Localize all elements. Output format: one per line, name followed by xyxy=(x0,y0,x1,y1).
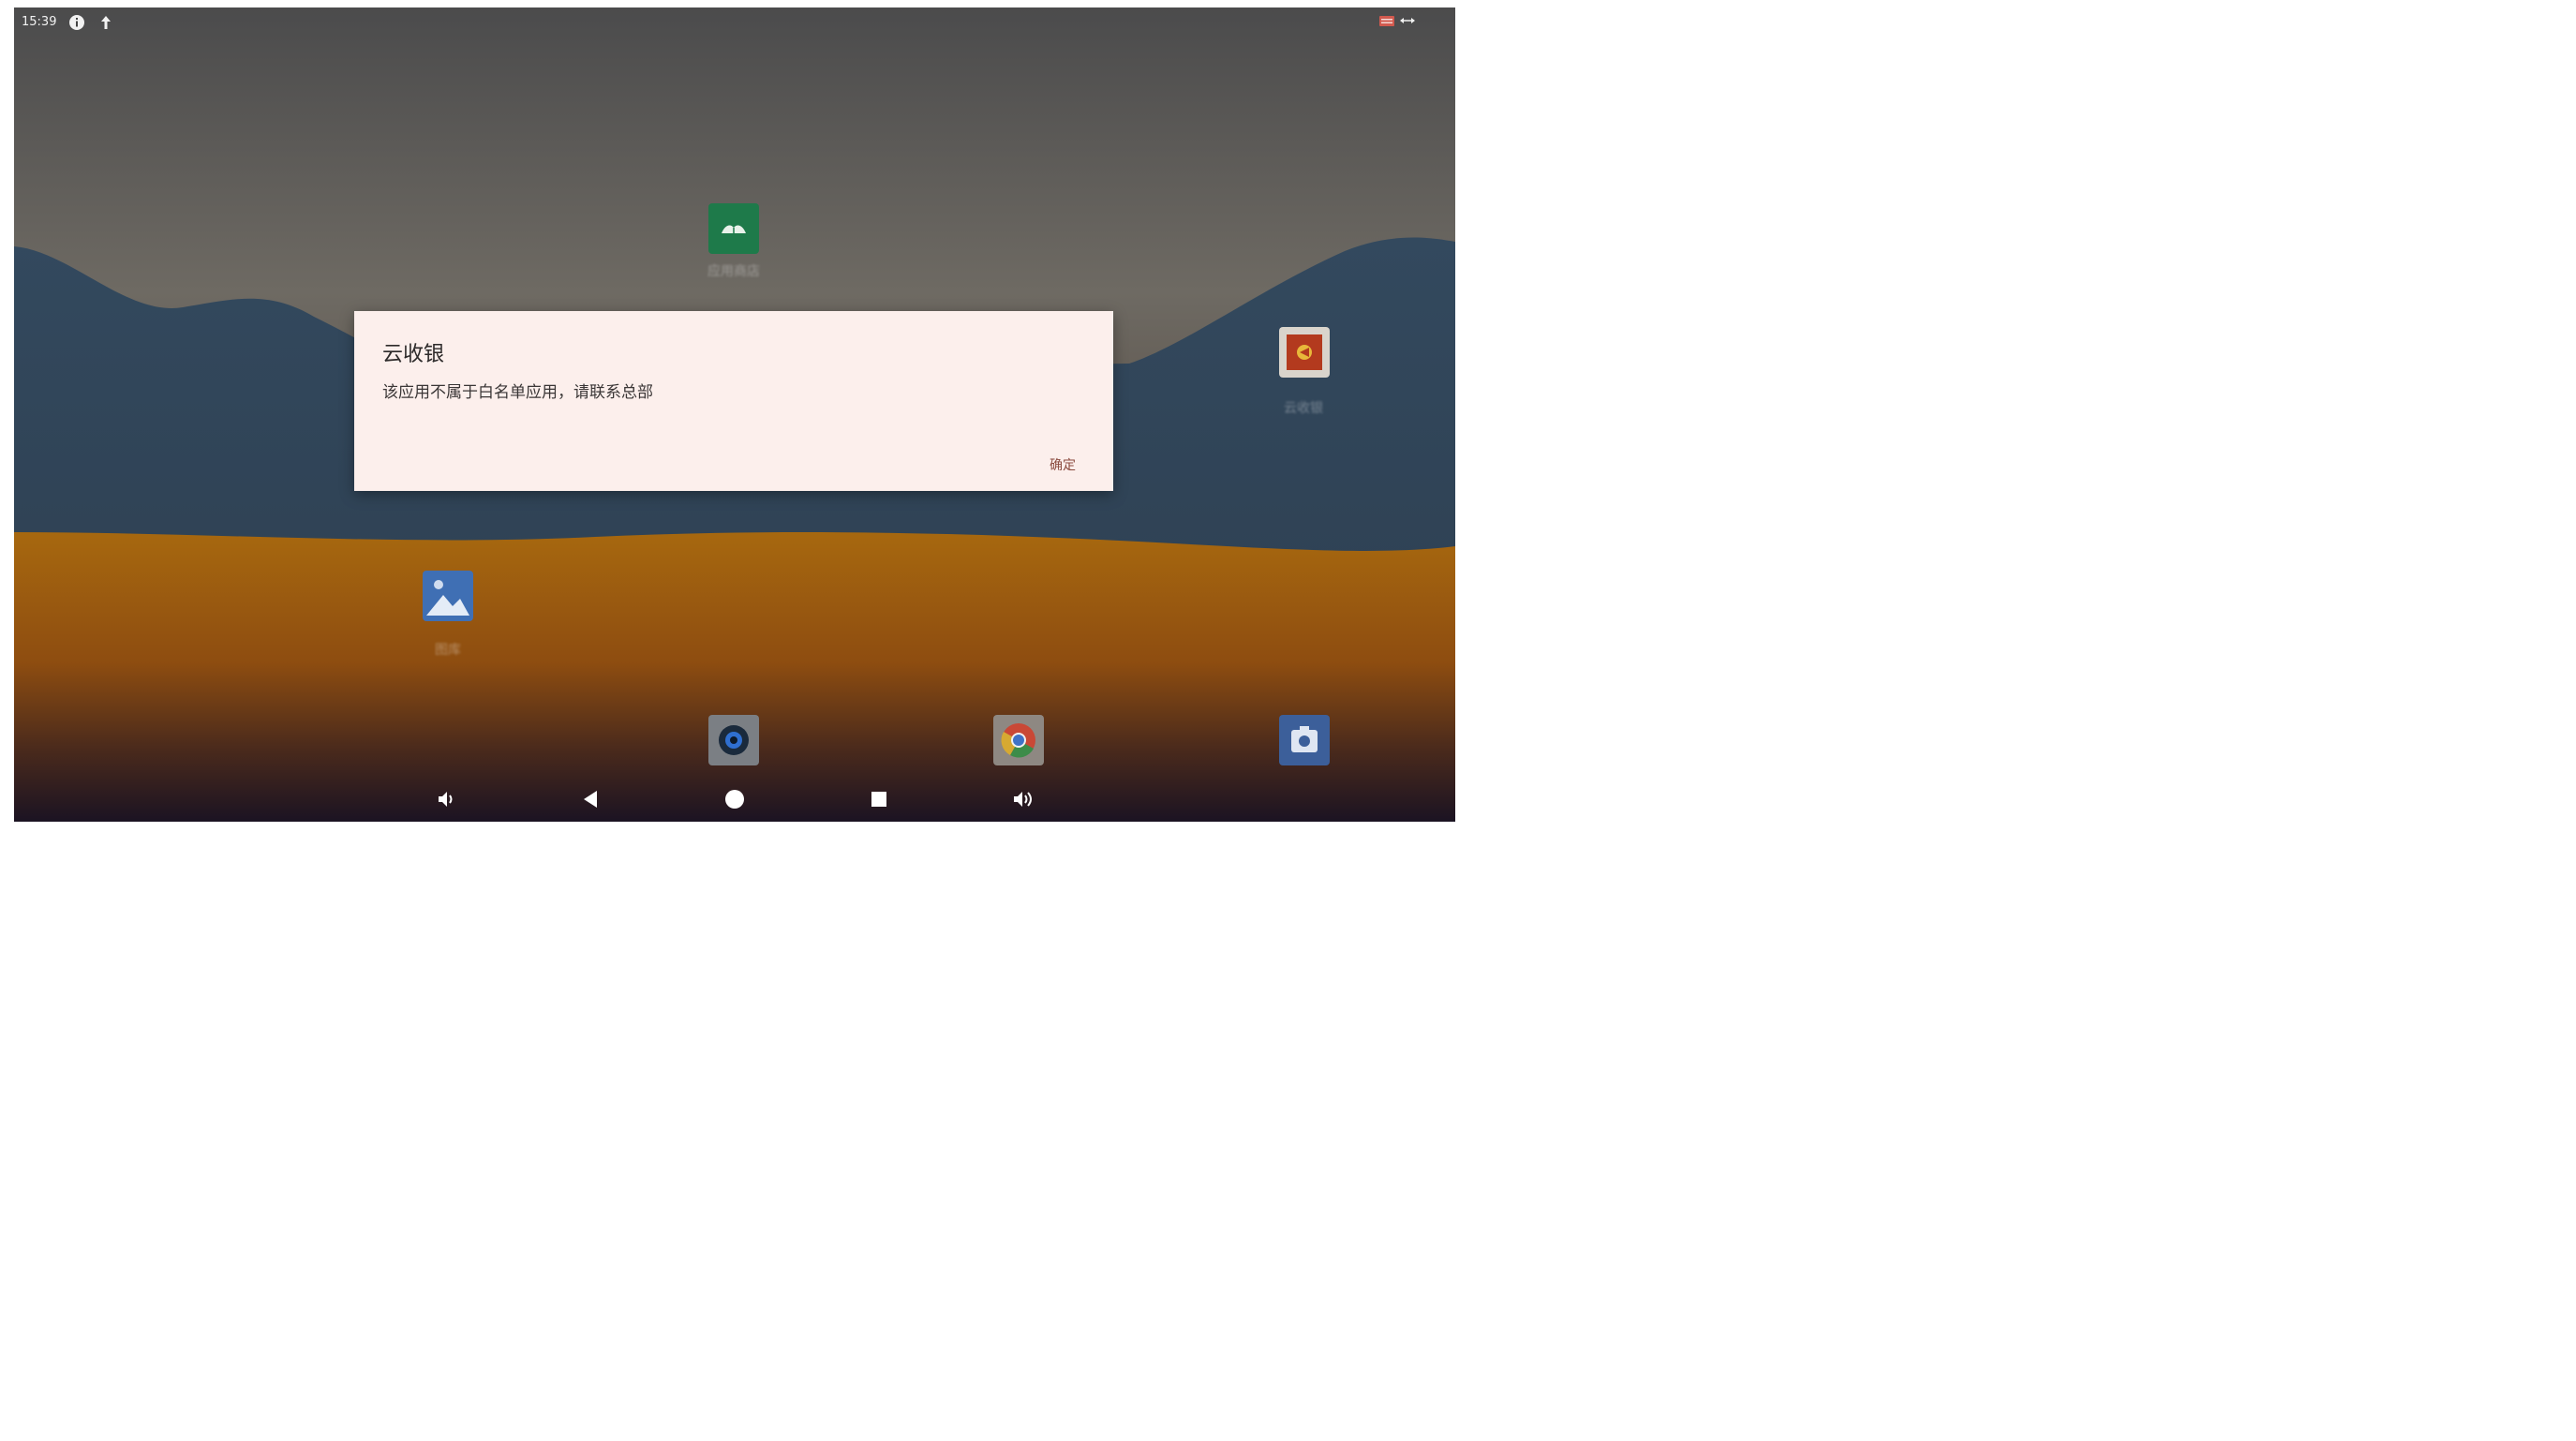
android-screen: 15:39 应用商店 云收银 图库 云收银 该应用不属于白名单应用，请联系总部 … xyxy=(14,7,1455,822)
dialog-message: 该应用不属于白名单应用，请联系总部 xyxy=(382,383,653,402)
camera-dock-icon[interactable] xyxy=(708,715,759,765)
image-icon xyxy=(423,571,473,621)
home-icon xyxy=(725,790,744,809)
cashier-label: 云收银 xyxy=(1284,401,1323,416)
app-store-label: 应用商店 xyxy=(707,264,760,279)
volume-down-button[interactable] xyxy=(430,783,462,815)
keyboard-icon xyxy=(1379,16,1394,26)
usb-icon xyxy=(1400,18,1415,23)
book-icon xyxy=(708,203,759,254)
upload-icon xyxy=(101,16,111,29)
volume-down-icon xyxy=(439,792,453,807)
recents-icon xyxy=(871,792,886,807)
back-icon xyxy=(584,791,597,808)
volume-up-icon xyxy=(1014,792,1032,807)
red-app-icon xyxy=(1279,327,1330,378)
settings-icon xyxy=(1291,726,1318,752)
status-bar: 15:39 xyxy=(14,7,1455,36)
confirm-button[interactable]: 确定 xyxy=(1046,453,1080,476)
info-icon xyxy=(69,15,84,30)
recents-button[interactable] xyxy=(863,783,895,815)
home-button[interactable] xyxy=(719,783,751,815)
alert-dialog: 云收银 该应用不属于白名单应用，请联系总部 确定 xyxy=(354,311,1113,491)
volume-up-button[interactable] xyxy=(1007,783,1039,815)
settings-dock-icon[interactable] xyxy=(1279,715,1330,765)
chrome-icon xyxy=(1001,723,1035,758)
chrome-dock-icon[interactable] xyxy=(993,715,1044,765)
clock: 15:39 xyxy=(22,15,57,29)
navigation-bar xyxy=(14,776,1455,822)
camera-lens-icon xyxy=(719,725,749,755)
gallery-label: 图库 xyxy=(435,643,461,658)
dialog-title: 云收银 xyxy=(382,343,445,366)
back-button[interactable] xyxy=(574,783,606,815)
